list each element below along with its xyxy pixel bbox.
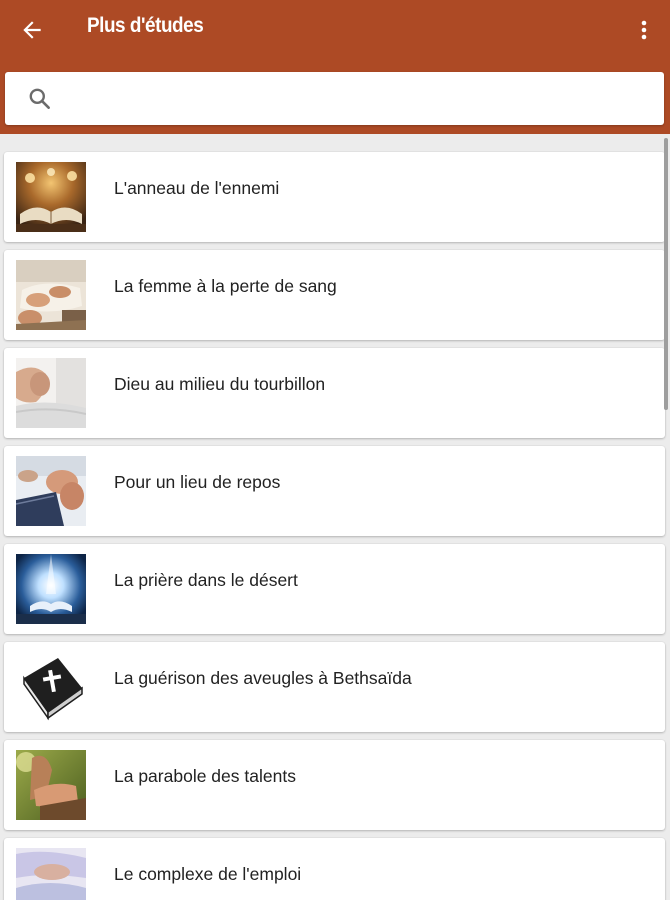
search-input[interactable] [69,80,653,118]
glowing-bible-image [16,554,86,624]
study-thumbnail [16,652,86,722]
black-bible-cross-icon [16,652,86,722]
overflow-menu-button[interactable] [626,8,662,52]
search-icon [29,88,50,109]
list-item[interactable]: La parabole des talents [4,740,665,830]
folded-hands-image [16,358,86,428]
study-thumbnail [16,456,86,526]
search-bar[interactable] [5,72,664,125]
study-title: La parabole des talents [114,765,296,786]
list-item[interactable]: La prière dans le désert [4,544,665,634]
scrollbar[interactable] [664,138,668,410]
open-bible-candles-image [16,162,86,232]
study-title: Pour un lieu de repos [114,471,281,492]
study-thumbnail [16,162,86,232]
study-title: Dieu au milieu du tourbillon [114,373,326,394]
study-title: La femme à la perte de sang [114,275,337,296]
list-item[interactable]: L'anneau de l'ennemi [4,152,665,242]
app-screen: Plus d'études L'anneau de l'ennemi La fe… [0,0,670,900]
back-button[interactable] [10,8,54,52]
study-thumbnail [16,358,86,428]
praying-hands-bible-image [16,456,86,526]
list-item[interactable]: La femme à la perte de sang [4,250,665,340]
list-item[interactable]: Dieu au milieu du tourbillon [4,348,665,438]
more-vert-icon [641,20,647,40]
study-thumbnail [16,848,86,900]
person-praying-outdoors-image [16,750,86,820]
arrow-back-icon [23,21,41,39]
study-thumbnail [16,260,86,330]
page-title: Plus d'études [87,14,204,37]
study-thumbnail [16,750,86,820]
app-bar: Plus d'études [0,0,670,134]
study-title: La guérison des aveugles à Bethsaïda [114,667,412,688]
hands-on-bible-image [16,260,86,330]
study-title: La prière dans le désert [114,569,298,590]
list-item[interactable]: La guérison des aveugles à Bethsaïda [4,642,665,732]
hands-prayer-blue-image [16,848,86,900]
study-title: L'anneau de l'ennemi [114,177,280,198]
list-item[interactable]: Le complexe de l'emploi [4,838,665,900]
study-title: Le complexe de l'emploi [114,863,302,884]
study-thumbnail [16,554,86,624]
list-item[interactable]: Pour un lieu de repos [4,446,665,536]
